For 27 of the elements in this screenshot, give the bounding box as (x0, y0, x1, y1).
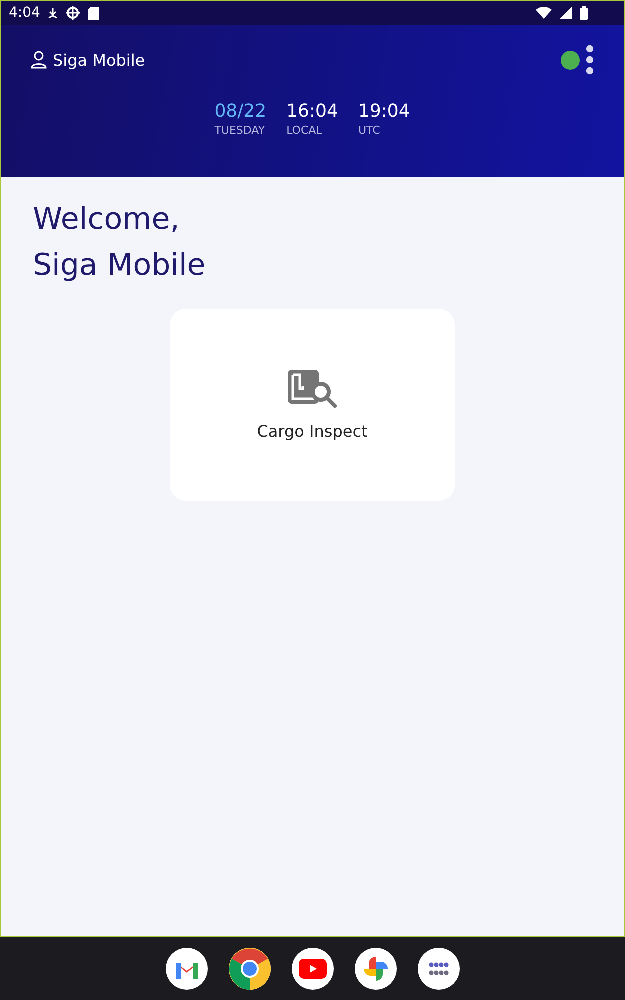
time-value: 19:04 (358, 101, 410, 122)
welcome-text: Siga Mobile (33, 247, 207, 285)
date-value: 08/22 (214, 101, 267, 122)
time-value: 16:04 (286, 101, 338, 122)
status-time: 4:04 (9, 5, 40, 21)
more-icon[interactable] (586, 45, 594, 75)
dock-app-button[interactable] (292, 948, 334, 990)
apps-grid-icon (428, 962, 448, 976)
clock-label: UTC (358, 124, 380, 137)
signal-icon (560, 7, 572, 19)
clock-label: LOCAL (286, 124, 322, 137)
play-icon (298, 958, 326, 978)
browser-icon (228, 948, 270, 990)
user-name: Siga Mobile (53, 50, 146, 70)
dock-app-button[interactable] (418, 948, 460, 990)
clock-label: TUESDAY (214, 124, 266, 137)
battery-icon (580, 6, 588, 20)
sd-card-icon (88, 6, 100, 20)
dock-app-button[interactable] (166, 948, 208, 990)
welcome-text: Welcome, (33, 201, 181, 239)
dock-app-button[interactable] (228, 948, 270, 990)
user-icon (31, 51, 47, 69)
inspect-icon (288, 370, 338, 408)
app-card[interactable]: Cargo Inspect (170, 309, 455, 501)
wifi-icon (536, 7, 552, 19)
dock-app-button[interactable] (354, 948, 396, 990)
pinwheel-icon (362, 954, 390, 982)
